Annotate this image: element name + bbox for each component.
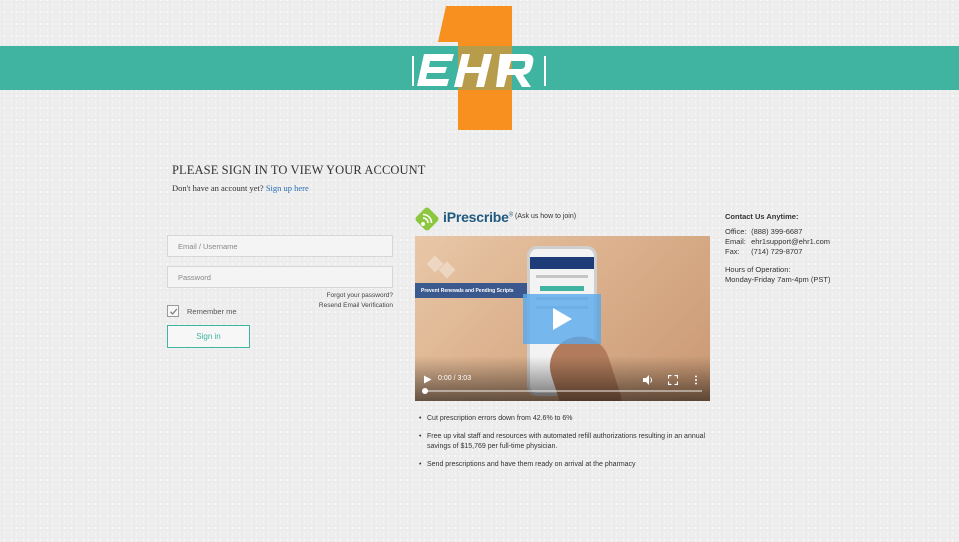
video-caption-bar: Prevent Renewals and Pending Scripts <box>415 283 535 298</box>
video-watermark-icon <box>426 255 456 279</box>
signup-prompt: Don't have an account yet? Sign up here <box>172 183 309 193</box>
iprescribe-join-note: (Ask us how to join) <box>515 213 577 220</box>
hours-heading: Hours of Operation: <box>725 265 791 274</box>
fax-label: Fax: <box>725 247 740 256</box>
office-label: Office: <box>725 227 747 236</box>
fax-number: (714) 729-8707 <box>751 247 803 256</box>
video-player[interactable]: Prevent Renewals and Pending Scripts 0:0… <box>415 236 710 401</box>
iprescribe-logo-icon <box>415 207 439 231</box>
contact-fax: Fax: (714) 729-8707 <box>725 247 830 257</box>
fullscreen-icon[interactable] <box>668 375 678 385</box>
page-title: PLEASE SIGN IN TO VIEW YOUR ACCOUNT <box>172 163 426 177</box>
control-play-icon[interactable] <box>423 375 432 384</box>
hours-text: Monday-Friday 7am-4pm (PST) <box>725 275 831 284</box>
video-play-button[interactable] <box>523 294 601 344</box>
office-phone: (888) 399-6687 <box>751 227 803 236</box>
video-caption-text: Prevent Renewals and Pending Scripts <box>421 287 514 294</box>
checkmark-icon <box>169 308 177 315</box>
remember-me[interactable]: Remember me <box>167 305 237 317</box>
iprescribe-name: iPrescribe <box>443 209 509 225</box>
remember-label: Remember me <box>187 306 237 316</box>
iprescribe-brand: iPrescribe® <box>443 209 513 225</box>
contact-heading: Contact Us Anytime: <box>725 212 799 221</box>
iprescribe-benefits: Cut prescription errors down from 42.6% … <box>419 414 719 478</box>
video-time: 0:00 / 3:03 <box>438 375 472 382</box>
support-email[interactable]: ehr1support@ehr1.com <box>751 237 830 246</box>
video-progress-bar[interactable] <box>422 388 702 394</box>
benefit-item: Cut prescription errors down from 42.6% … <box>419 414 719 424</box>
play-icon <box>553 308 572 330</box>
video-progress-thumb[interactable] <box>422 388 428 394</box>
signup-link[interactable]: Sign up here <box>266 183 309 193</box>
remember-checkbox[interactable] <box>167 305 179 317</box>
contact-email: Email: ehr1support@ehr1.com <box>725 237 830 247</box>
email-label: Email: <box>725 237 746 246</box>
password-field[interactable] <box>167 266 393 288</box>
resend-verification-link[interactable]: Resend Email Verification <box>319 302 393 309</box>
forgot-password-link[interactable]: Forgot your password? <box>327 292 393 299</box>
ehr1-logo <box>410 6 548 132</box>
benefit-item: Send prescriptions and have them ready o… <box>419 460 719 470</box>
contact-info: Contact Us Anytime: Office: (888) 399-66… <box>725 212 830 285</box>
benefit-item: Free up vital staff and resources with a… <box>419 432 719 452</box>
volume-icon[interactable] <box>643 375 654 385</box>
iprescribe-trademark: ® <box>508 212 513 219</box>
contact-office: Office: (888) 399-6687 <box>725 227 830 237</box>
sign-in-button[interactable]: Sign in <box>167 325 250 348</box>
more-options-icon[interactable] <box>694 375 698 385</box>
email-field[interactable] <box>167 235 393 257</box>
no-account-text: Don't have an account yet? <box>172 183 264 193</box>
